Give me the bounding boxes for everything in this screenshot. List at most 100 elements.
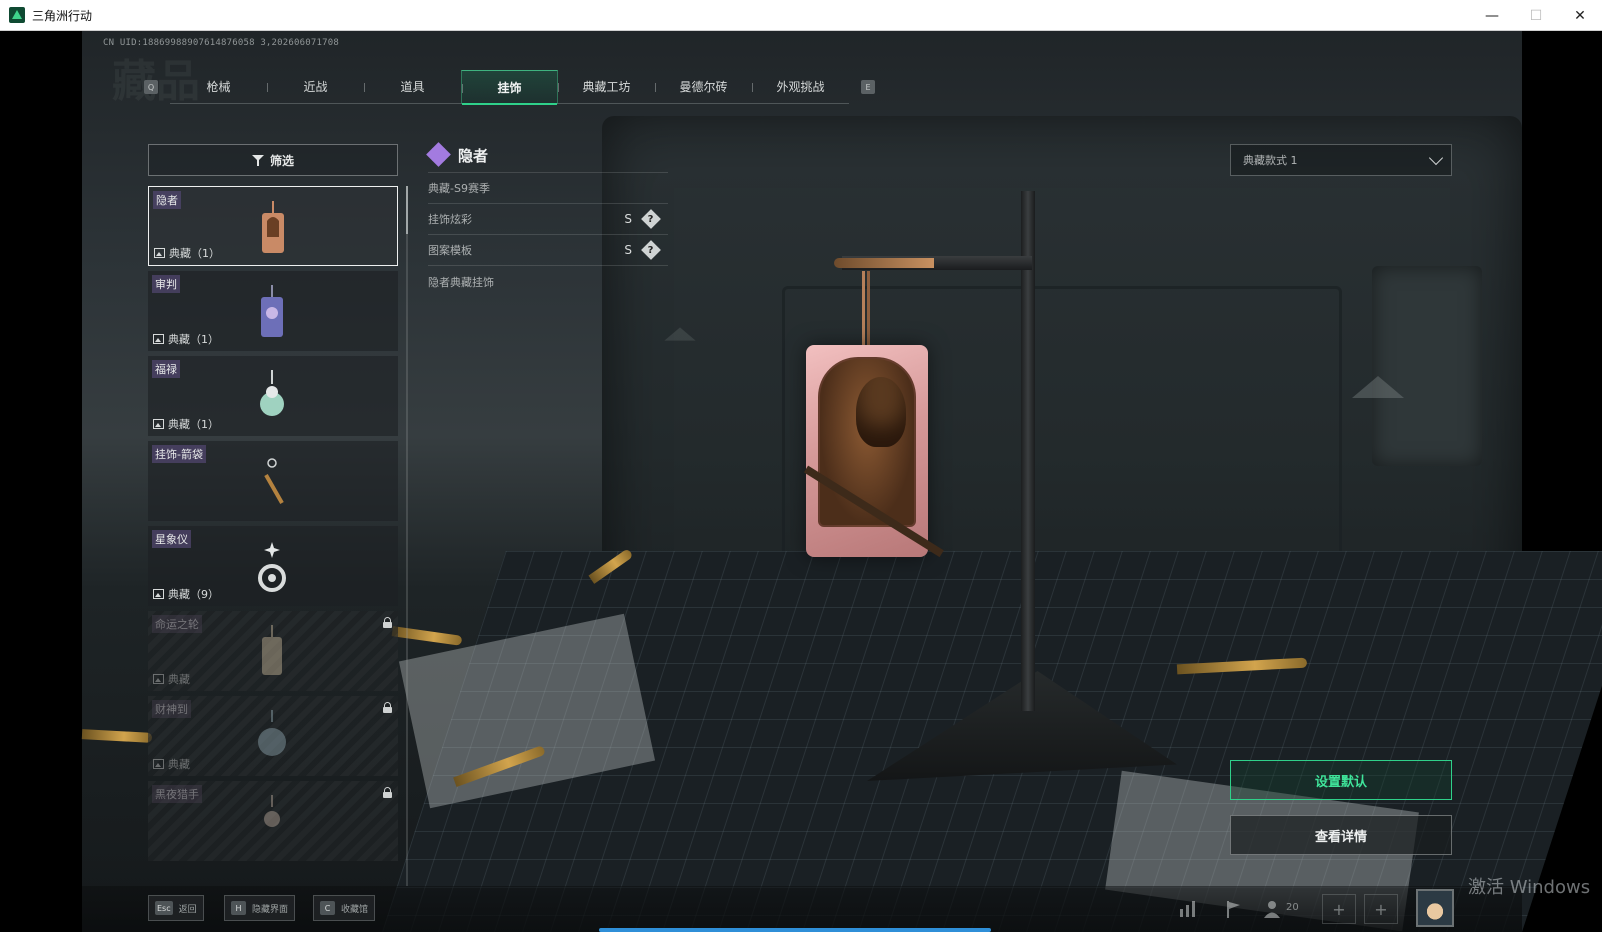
- item-name: 星象仪: [152, 530, 191, 548]
- tab-charms[interactable]: 挂饰: [461, 69, 558, 105]
- item-collection-count: 典藏: [153, 756, 190, 772]
- description-text: 隐者典藏挂饰: [428, 275, 494, 289]
- detail-row-pattern: 图案模板 S ?: [428, 235, 668, 266]
- list-item[interactable]: 福禄 典藏（1）: [148, 356, 398, 436]
- tab-prev-key[interactable]: Q: [144, 80, 158, 94]
- list-item[interactable]: 星象仪 典藏（9）: [148, 526, 398, 606]
- windows-activation-watermark: 激活 Windows: [1468, 877, 1591, 898]
- grade-value: S: [624, 212, 632, 226]
- back-hint-button[interactable]: Esc 返回: [148, 895, 204, 921]
- style-dropdown[interactable]: 典藏款式 1: [1230, 144, 1452, 176]
- hooded-figure: [856, 377, 906, 447]
- tab-items[interactable]: 道具: [364, 70, 461, 104]
- case-latch: [1372, 266, 1482, 466]
- charm-thumbnail: [258, 710, 286, 756]
- item-collection-count: 典藏（1）: [153, 331, 219, 347]
- category-tabs: Q 枪械 近战 道具 挂饰 典藏工坊 曼德尔砖 外观挑战 E: [144, 69, 875, 105]
- item-name: 隐者: [153, 191, 181, 209]
- minimize-button[interactable]: —: [1470, 0, 1514, 31]
- close-button[interactable]: ✕: [1558, 0, 1602, 31]
- list-item[interactable]: 挂饰-箭袋: [148, 441, 398, 521]
- item-collection-count: 典藏: [153, 671, 190, 687]
- view-details-button[interactable]: 查看详情: [1230, 815, 1452, 855]
- list-item[interactable]: 隐者 典藏（1）: [148, 186, 398, 266]
- loading-strip: [599, 928, 991, 932]
- tab-next-key[interactable]: E: [861, 80, 875, 94]
- charm-thumbnail: [258, 542, 286, 592]
- charm-thumbnail: [260, 370, 284, 416]
- tab-mandel-brick[interactable]: 曼德尔砖: [655, 70, 752, 104]
- help-icon[interactable]: ?: [641, 240, 661, 260]
- flag-icon[interactable]: [1224, 899, 1244, 919]
- list-item[interactable]: 黑夜猎手: [148, 781, 398, 861]
- maximize-button[interactable]: ☐: [1514, 0, 1558, 31]
- style-dropdown-value: 典藏款式 1: [1243, 154, 1298, 167]
- list-item[interactable]: 命运之轮 典藏: [148, 611, 398, 691]
- add-slot-button[interactable]: +: [1322, 894, 1356, 924]
- key-badge: C: [320, 901, 335, 915]
- player-avatar[interactable]: [1416, 889, 1454, 927]
- item-name: 命运之轮: [152, 615, 202, 633]
- friends-icon[interactable]: [1262, 899, 1282, 919]
- detail-title-row: 隐者: [426, 140, 668, 170]
- collection-hall-hint-button[interactable]: C 收藏馆: [313, 895, 376, 921]
- item-count-text: 典藏: [168, 673, 190, 686]
- friends-count: 20: [1286, 902, 1299, 913]
- charm-thumbnail: [262, 625, 282, 675]
- list-item[interactable]: 财神到 典藏: [148, 696, 398, 776]
- detail-title: 隐者: [458, 146, 489, 165]
- item-collection-count: 典藏（1）: [153, 416, 219, 432]
- lock-icon: [383, 787, 392, 798]
- help-icon[interactable]: ?: [641, 209, 661, 229]
- list-scrollbar[interactable]: [406, 186, 408, 886]
- gallery-icon: [153, 674, 164, 684]
- detail-row-finish: 挂饰炫彩 S ?: [428, 204, 668, 235]
- item-name: 黑夜猎手: [152, 785, 202, 803]
- tab-melee[interactable]: 近战: [267, 70, 364, 104]
- window-titlebar: 三角洲行动 — ☐ ✕: [0, 0, 1602, 31]
- scrollbar-thumb[interactable]: [406, 186, 408, 234]
- charm-list[interactable]: 隐者 典藏（1） 审判 典藏（1） 福禄 典藏（1） 挂饰-箭袋 星象仪 典藏（…: [148, 186, 398, 886]
- bullet-prop: [81, 729, 153, 743]
- charm-thumbnail: [262, 201, 284, 253]
- user-uid: CN UID:18869988907614876058 3,2026060717…: [103, 38, 339, 48]
- series-text: 典藏-S9赛季: [428, 182, 490, 195]
- charm-thumbnail: [264, 795, 280, 827]
- row-label: 图案模板: [428, 244, 472, 257]
- gallery-icon: [153, 334, 164, 344]
- charm-chain: [862, 271, 870, 346]
- item-count-text: 典藏（1）: [168, 418, 219, 431]
- window-title: 三角洲行动: [32, 8, 93, 23]
- item-name: 财神到: [152, 700, 191, 718]
- item-name: 挂饰-箭袋: [152, 445, 206, 463]
- key-badge: Esc: [155, 901, 173, 915]
- item-count-text: 典藏（1）: [168, 333, 219, 346]
- item-count-text: 典藏: [168, 758, 190, 771]
- tab-guns[interactable]: 枪械: [170, 70, 267, 104]
- tab-collection-workshop[interactable]: 典藏工坊: [558, 70, 655, 104]
- item-name: 福禄: [152, 360, 180, 378]
- app-logo-icon: [9, 7, 25, 23]
- gallery-icon: [154, 248, 165, 258]
- filter-icon: [251, 154, 264, 166]
- add-slot-button[interactable]: +: [1364, 894, 1398, 924]
- tab-appearance-challenge[interactable]: 外观挑战: [752, 70, 849, 104]
- rarity-diamond-icon: [426, 142, 451, 167]
- hide-ui-hint-button[interactable]: H 隐藏界面: [224, 895, 296, 921]
- window-controls: — ☐ ✕: [1470, 0, 1602, 31]
- filter-label: 筛选: [269, 153, 294, 168]
- grade-value: S: [624, 243, 632, 257]
- set-default-button[interactable]: 设置默认: [1230, 760, 1452, 800]
- game-viewport: 藏品 CN UID:18869988907614876058 3,2026060…: [0, 31, 1602, 932]
- charm-thumbnail: [261, 285, 283, 337]
- chevron-down-icon: [1428, 150, 1444, 166]
- key-badge: H: [231, 901, 246, 915]
- stats-icon[interactable]: [1178, 899, 1198, 919]
- item-name: 审判: [152, 275, 180, 293]
- list-item[interactable]: 审判 典藏（1）: [148, 271, 398, 351]
- filter-button[interactable]: 筛选: [148, 144, 398, 176]
- item-count-text: 典藏（1）: [169, 247, 220, 260]
- item-count-text: 典藏（9）: [168, 588, 219, 601]
- hermit-charm-preview[interactable]: [803, 345, 944, 558]
- display-stand-tip: [834, 258, 934, 268]
